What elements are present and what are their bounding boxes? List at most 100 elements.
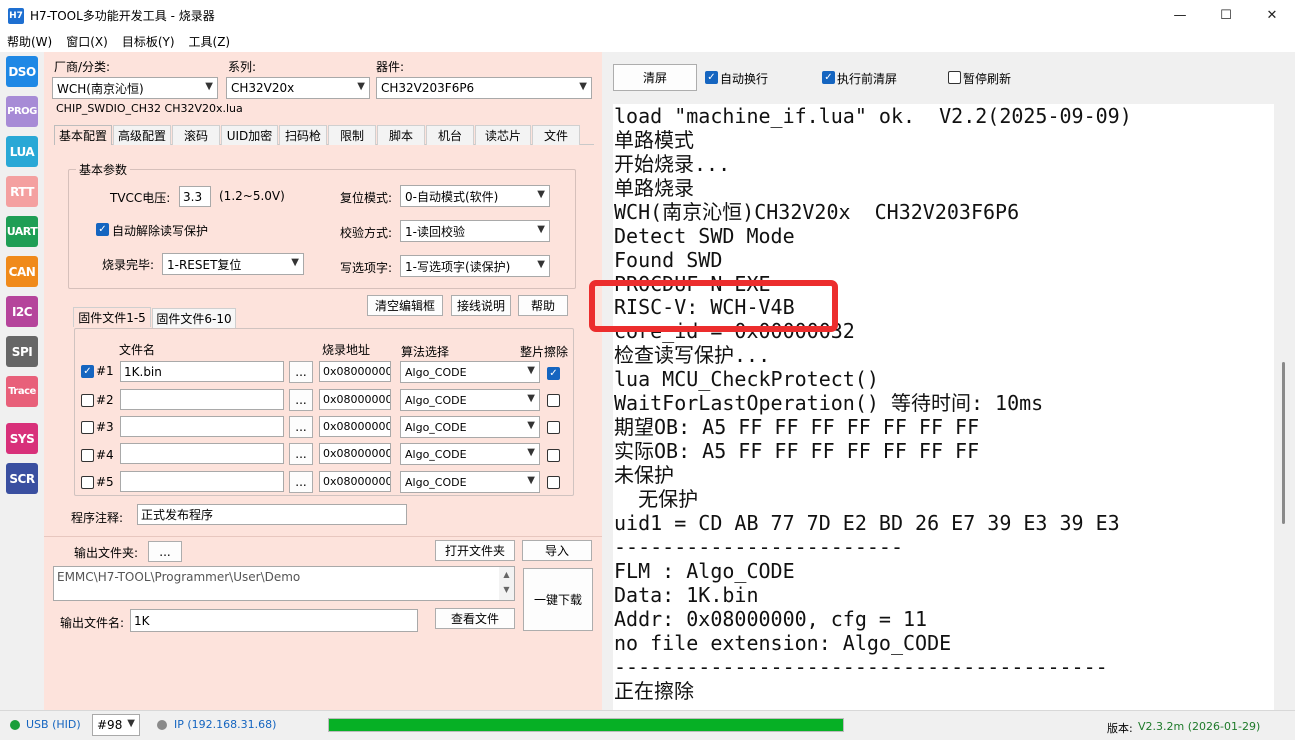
browse-file-button[interactable]: ... [289,361,313,383]
log-scrollbar-thumb[interactable] [1282,362,1285,524]
address-input[interactable]: 0x08000000 [319,416,391,437]
view-file-button[interactable]: 查看文件 [435,608,515,629]
tvcc-input[interactable]: 3.3 [179,186,211,207]
tab-firmware-6-10[interactable]: 固件文件6-10 [152,308,236,328]
row-id: #2 [96,393,114,407]
tab-file[interactable]: 文件 [532,125,580,145]
row-enable-checkbox[interactable]: ✓ [81,365,94,378]
algorithm-select[interactable]: Algo_CODE ▼ [400,361,540,383]
log-output[interactable]: load "machine_if.lua" ok. V2.2(2025-09-0… [613,104,1274,740]
address-input[interactable]: 0x08000000 [319,471,391,492]
tab-limit[interactable]: 限制 [328,125,376,145]
import-button[interactable]: 导入 [522,540,592,561]
chevron-down-icon: ▼ [527,475,535,486]
option-bytes-select[interactable]: 1-写选项字(读保护) ▼ [400,255,550,277]
tool-lua-button[interactable]: LUA [6,136,38,167]
config-tabs: 基本配置 高级配置 滚码 UID加密 扫码枪 限制 脚本 机台 读芯片 文件 [54,125,594,145]
menu-window[interactable]: 窗口(X) [59,33,115,50]
chip-erase-checkbox[interactable] [547,394,560,407]
tab-basic[interactable]: 基本配置 [54,125,112,145]
tab-firmware-1-5[interactable]: 固件文件1-5 [73,307,151,327]
path-scrollbar[interactable]: ▲ ▼ [499,567,514,600]
tool-strip: DSO PROG LUA RTT UART CAN I2C SPI Trace … [0,52,44,710]
row-enable-checkbox[interactable] [81,421,94,434]
close-button[interactable]: ✕ [1249,0,1295,31]
browse-file-button[interactable]: ... [289,471,313,493]
help-button[interactable]: 帮助 [518,295,568,316]
output-path-field[interactable]: EMMC\H7-TOOL\Programmer\User\Demo [53,566,515,601]
address-input[interactable]: 0x08000000 [319,361,391,382]
algorithm-select[interactable]: Algo_CODE ▼ [400,471,540,493]
one-click-download-button[interactable]: 一键下载 [523,568,593,631]
tool-scr-button[interactable]: SCR [6,463,38,494]
minimize-button[interactable]: — [1157,0,1203,31]
tool-i2c-button[interactable]: I2C [6,296,38,327]
tool-sys-button[interactable]: SYS [6,423,38,454]
tool-dso-button[interactable]: DSO [6,56,38,87]
col-file-name: 文件名 [119,343,156,357]
log-scrollbar[interactable] [1279,104,1288,740]
tab-uid-encrypt[interactable]: UID加密 [221,125,278,145]
chip-erase-checkbox[interactable] [547,421,560,434]
browse-file-button[interactable]: ... [289,443,313,465]
chip-erase-checkbox[interactable]: ✓ [547,367,560,380]
clear-before-run-checkbox[interactable]: ✓ [822,71,835,84]
algorithm-select[interactable]: Algo_CODE ▼ [400,389,540,411]
tab-script[interactable]: 脚本 [377,125,425,145]
row-enable-checkbox[interactable] [81,394,94,407]
tab-read-chip[interactable]: 读芯片 [475,125,531,145]
file-name-input[interactable] [120,389,284,410]
tab-scanner[interactable]: 扫码枪 [279,125,327,145]
chip-erase-checkbox[interactable] [547,449,560,462]
chevron-down-icon: ▼ [527,365,535,376]
address-input[interactable]: 0x08000000 [319,443,391,464]
file-name-input[interactable] [120,416,284,437]
output-folder-browse-button[interactable]: ... [148,541,182,562]
option-bytes-label: 写选项字: [340,261,393,275]
log-line: Found SWD [614,248,723,272]
tab-rolling-code[interactable]: 滚码 [172,125,220,145]
tool-spi-button[interactable]: SPI [6,336,38,367]
browse-file-button[interactable]: ... [289,389,313,411]
clear-screen-button[interactable]: 清屏 [613,64,697,91]
clear-editor-button[interactable]: 清空编辑框 [367,295,443,316]
tool-uart-button[interactable]: UART [6,216,38,247]
row-enable-checkbox[interactable] [81,476,94,489]
part-select[interactable]: CH32V203F6P6 ▼ [376,77,592,99]
reset-mode-select[interactable]: 0-自动模式(软件) ▼ [400,185,550,207]
maximize-button[interactable]: ☐ [1203,0,1249,31]
chip-erase-checkbox[interactable] [547,476,560,489]
menu-target[interactable]: 目标板(Y) [115,33,182,50]
menu-tools[interactable]: 工具(Z) [182,33,238,50]
row-enable-checkbox[interactable] [81,449,94,462]
browse-file-button[interactable]: ... [289,416,313,438]
file-name-input[interactable] [120,471,284,492]
tool-can-button[interactable]: CAN [6,256,38,287]
address-input[interactable]: 0x08000000 [319,389,391,410]
version-value: V2.3.2m (2026-01-29) [1138,720,1261,733]
series-select[interactable]: CH32V20x ▼ [226,77,370,99]
algorithm-select[interactable]: Algo_CODE ▼ [400,443,540,465]
open-folder-button[interactable]: 打开文件夹 [435,540,515,561]
auto-wrap-checkbox[interactable]: ✓ [705,71,718,84]
tool-trace-button[interactable]: Trace [6,376,38,407]
tab-advanced[interactable]: 高级配置 [113,125,171,145]
algorithm-select[interactable]: Algo_CODE ▼ [400,416,540,438]
algorithm-value: Algo_CODE [405,447,467,461]
file-name-input[interactable]: 1K.bin [120,361,284,382]
tab-machine[interactable]: 机台 [426,125,474,145]
vendor-select[interactable]: WCH(南京沁恒) ▼ [52,77,218,99]
tool-rtt-button[interactable]: RTT [6,176,38,207]
note-input[interactable]: 正式发布程序 [137,504,407,525]
tool-prog-button[interactable]: PROG [6,96,38,127]
device-number-select[interactable]: #98 ▼ [92,714,140,736]
verify-select[interactable]: 1-读回校验 ▼ [400,220,550,242]
file-name-input[interactable] [120,443,284,464]
pause-refresh-checkbox[interactable] [948,71,961,84]
after-program-select[interactable]: 1-RESET复位 ▼ [162,253,304,275]
wiring-help-button[interactable]: 接线说明 [451,295,511,316]
output-file-name-input[interactable]: 1K [130,609,418,632]
auto-unprotect-checkbox[interactable]: ✓ [96,223,109,236]
menu-help[interactable]: 帮助(W) [0,33,59,50]
log-line: ----------------------------------------… [614,655,1108,679]
